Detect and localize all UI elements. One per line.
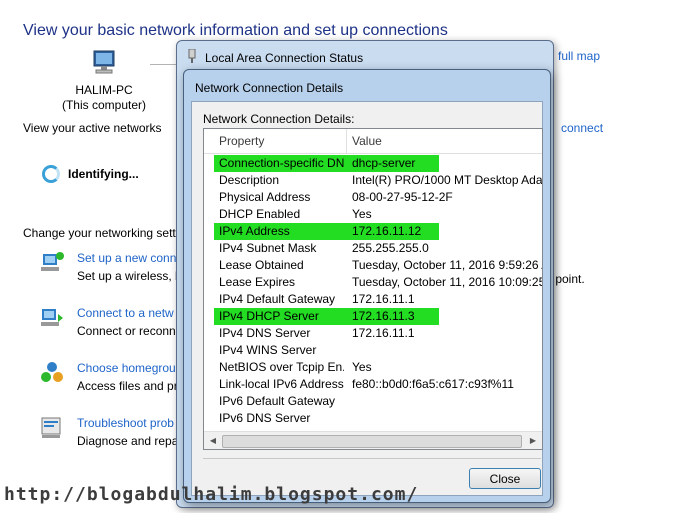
table-row[interactable]: NetBIOS over Tcpip En... Yes (204, 359, 542, 376)
row-value: 172.16.11.12 (352, 224, 422, 238)
row-value: 08-00-27-95-12-2F (352, 190, 453, 204)
row-property: NetBIOS over Tcpip En... (219, 360, 344, 374)
row-value: Yes (352, 360, 372, 374)
loading-spinner-icon (42, 165, 60, 183)
divider (203, 458, 541, 459)
troubleshoot-icon (41, 417, 61, 438)
computer-icon (93, 50, 115, 74)
table-row[interactable]: IPv4 DHCP Server 172.16.11.3 (204, 308, 542, 325)
table-row[interactable]: IPv6 DNS Server (204, 410, 542, 427)
column-header-property[interactable]: Property (219, 134, 264, 148)
row-value: 255.255.255.0 (352, 241, 429, 255)
table-row[interactable]: Lease Obtained Tuesday, October 11, 2016 … (204, 257, 542, 274)
task-description: Set up a wireless, b (77, 269, 182, 283)
row-property: IPv4 DHCP Server (219, 309, 319, 323)
row-property: IPv4 Subnet Mask (219, 241, 317, 255)
see-full-map-link[interactable]: full map (558, 49, 600, 63)
row-property: IPv6 Default Gateway (219, 394, 336, 408)
row-property: Lease Expires (219, 275, 296, 289)
active-networks-heading: View your active networks (23, 121, 162, 135)
row-value: 172.16.11.1 (352, 292, 415, 306)
column-header-value[interactable]: Value (352, 134, 382, 148)
table-row[interactable]: IPv4 Subnet Mask 255.255.255.0 (204, 240, 542, 257)
row-value: Tuesday, October 11, 2016 10:09:25 AM (352, 275, 543, 289)
details-dialog-title: Network Connection Details (195, 81, 344, 95)
scroll-left-icon[interactable]: ◀ (206, 434, 220, 447)
row-value: 172.16.11.3 (352, 309, 415, 323)
computer-label: HALIM-PC (This computer) (61, 83, 147, 112)
row-property: IPv4 WINS Server (219, 343, 317, 357)
task-description: Diagnose and repa (77, 434, 179, 448)
row-value: Yes (352, 207, 372, 221)
task-link[interactable]: Choose homegrou (77, 361, 176, 375)
table-row[interactable]: DHCP Enabled Yes (204, 206, 542, 223)
row-property: Lease Obtained (219, 258, 304, 272)
change-settings-heading: Change your networking sett (23, 226, 176, 240)
row-value: Intel(R) PRO/1000 MT Desktop Adapter (352, 173, 543, 187)
close-button[interactable]: Close (469, 468, 541, 489)
row-value: fe80::b0d0:f6a5:c617:c93f%11 (352, 377, 514, 391)
task-description: Connect or reconn (77, 324, 176, 338)
connect-link[interactable]: connect (561, 121, 603, 135)
table-row[interactable]: Connection-specific DN... dhcp-server (204, 155, 542, 172)
row-property: Link-local IPv6 Address (219, 377, 344, 391)
table-row[interactable]: Physical Address 08-00-27-95-12-2F (204, 189, 542, 206)
page-title: View your basic network information and … (23, 22, 448, 39)
table-row[interactable]: Lease Expires Tuesday, October 11, 2016 1… (204, 274, 542, 291)
row-property: IPv4 DNS Server (219, 326, 311, 340)
row-property: IPv4 Default Gateway (219, 292, 336, 306)
table-row[interactable]: IPv4 Address 172.16.11.12 (204, 223, 542, 240)
scroll-right-icon[interactable]: ▶ (526, 434, 540, 447)
row-property: Description (219, 173, 280, 187)
network-plug-icon (188, 49, 196, 63)
row-property: Connection-specific DN... (219, 156, 344, 170)
row-property: Physical Address (219, 190, 311, 204)
row-property: IPv4 Address (219, 224, 290, 238)
watermark-url: http://blogabdulhalim.blogspot.com/ (4, 484, 419, 505)
details-dialog: Network Connection Details Network Conne… (183, 69, 551, 503)
horizontal-scrollbar[interactable]: ◀ ▶ (204, 431, 542, 449)
listview-header: Property Value (204, 129, 542, 154)
status-window-title: Local Area Connection Status (205, 51, 364, 65)
connect-network-icon (41, 309, 63, 326)
listview-rows: Connection-specific DN... dhcp-server Desc… (204, 155, 542, 427)
task-link[interactable]: Connect to a netw (77, 306, 174, 320)
row-value: dhcp-server (352, 156, 416, 170)
homegroup-icon (41, 362, 63, 382)
table-row[interactable]: IPv4 DNS Server 172.16.11.1 (204, 325, 542, 342)
row-value: Tuesday, October 11, 2016 9:59:26 AM (352, 258, 543, 272)
table-row[interactable]: IPv6 Default Gateway (204, 393, 542, 410)
table-row[interactable]: Link-local IPv6 Address fe80::b0d0:f6a5:c… (204, 376, 542, 393)
task-link[interactable]: Set up a new conn (77, 251, 176, 265)
table-row[interactable]: Description Intel(R) PRO/1000 MT Desktop … (204, 172, 542, 189)
details-label: Network Connection Details: (203, 112, 355, 126)
task-link[interactable]: Troubleshoot prob (77, 416, 174, 430)
table-row[interactable]: IPv4 Default Gateway 172.16.11.1 (204, 291, 542, 308)
setup-connection-icon (41, 252, 64, 271)
column-divider[interactable] (346, 129, 347, 153)
row-value: 172.16.11.1 (352, 326, 415, 340)
row-property: IPv6 DNS Server (219, 411, 311, 425)
identifying-status: Identifying... (68, 167, 139, 181)
task-description: Access files and pr (77, 379, 178, 393)
row-property: DHCP Enabled (219, 207, 301, 221)
details-dialog-body: Network Connection Details: Property Val… (191, 101, 543, 496)
scrollbar-thumb[interactable] (222, 435, 522, 448)
details-listview[interactable]: Property Value Connection-specific DN...… (203, 128, 543, 450)
table-row[interactable]: IPv4 WINS Server (204, 342, 542, 359)
